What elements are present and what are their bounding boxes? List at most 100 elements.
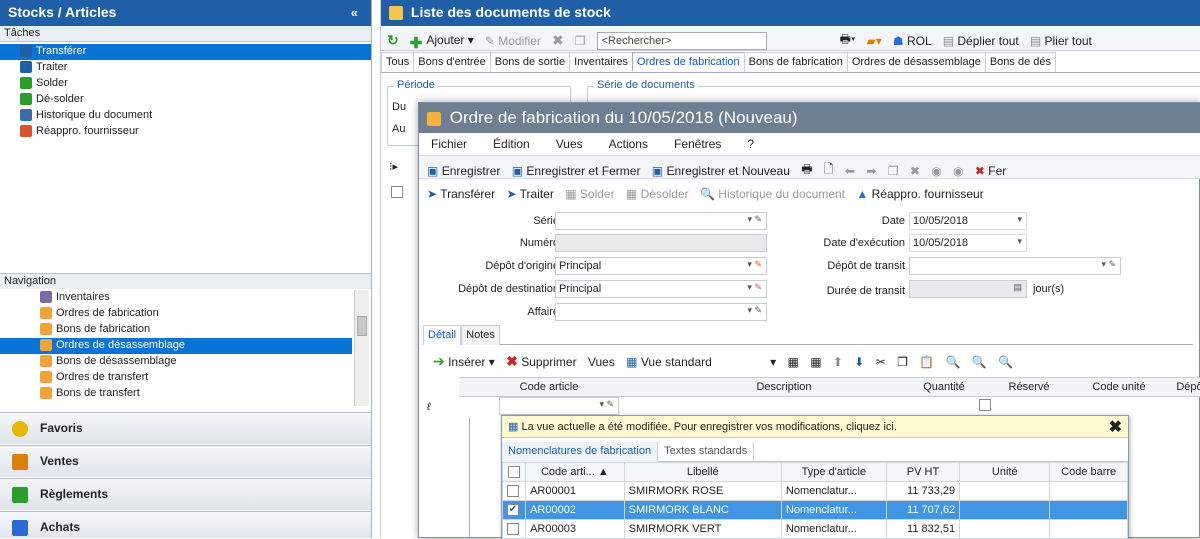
row-checkbox[interactable] xyxy=(501,481,527,501)
section-button[interactable]: Achats xyxy=(0,511,371,538)
search-input[interactable]: <Rechercher> xyxy=(596,31,767,50)
document-type-tab[interactable]: Tous xyxy=(381,52,415,72)
nav-item[interactable]: Ordres de désassemblage xyxy=(0,338,352,354)
depot-transit-select[interactable]: ▾ ✎ xyxy=(909,257,1121,275)
navigation-scrollbar[interactable] xyxy=(354,290,369,406)
nav-item[interactable]: Ordres de fabrication xyxy=(0,306,352,322)
grid-column-header[interactable]: Description xyxy=(669,381,899,393)
section-button[interactable]: Favoris xyxy=(0,412,371,444)
task-item[interactable]: Dé-solder xyxy=(0,92,371,108)
task-item[interactable]: Solder xyxy=(0,76,371,92)
document-type-tab[interactable]: Inventaires xyxy=(569,52,633,72)
duree-transit-field[interactable]: ▤ xyxy=(909,280,1027,298)
article-row[interactable]: AR00003 SMIRMORK VERT Nomenclatur... 11 832… xyxy=(501,519,1128,539)
copy-icon[interactable]: ❐ xyxy=(888,164,899,178)
grid-settings-icon[interactable]: ▦ xyxy=(788,355,799,369)
previous-icon[interactable]: ⬅ xyxy=(845,164,855,178)
refresh-icon[interactable]: ↻ xyxy=(387,32,399,49)
detail-tab[interactable]: Notes xyxy=(461,325,500,345)
article-row[interactable]: ✔ AR00002 SMIRMORK BLANC Nomenclatur... 11 7… xyxy=(501,500,1128,520)
grid-column-header[interactable]: Dépôt xyxy=(1171,381,1200,393)
document-type-tab[interactable]: Bons de sortie xyxy=(489,52,571,72)
section-button[interactable]: Règlements xyxy=(0,478,371,510)
nav-item[interactable]: Bons de fabrication xyxy=(0,322,352,338)
nav-item[interactable]: Inventaires xyxy=(0,290,352,306)
transfer-button[interactable]: ➤ Transférer xyxy=(427,187,495,201)
numero-field[interactable] xyxy=(555,234,767,252)
preview-icon[interactable]: 🗋 xyxy=(824,160,834,181)
print-icon[interactable]: 🖶▾ xyxy=(840,30,856,51)
paste-icon[interactable]: 📋 xyxy=(919,355,934,369)
move-down-icon[interactable]: ⬇ xyxy=(854,355,864,369)
depot-destination-select[interactable]: Principal ▾ ✎ xyxy=(555,280,767,298)
select-all-checkbox[interactable] xyxy=(501,462,527,482)
task-item[interactable]: Réappro. fournisseur xyxy=(0,124,371,140)
delete-line-button[interactable]: ✖ Supprimer xyxy=(506,353,576,370)
task-item[interactable]: Transférer xyxy=(0,44,371,60)
cut-icon[interactable]: ✂ xyxy=(876,355,886,369)
popup-column-header[interactable]: Code barre xyxy=(1049,462,1128,482)
task-item[interactable]: Traiter xyxy=(0,60,371,76)
code-article-input[interactable]: ▾ ✎ xyxy=(499,397,619,415)
modify-button[interactable]: ✎ Modifier xyxy=(485,34,541,48)
view-modified-notice[interactable]: ▦ La vue actuelle a été modifiée. Pour e… xyxy=(502,416,1128,438)
nav-item[interactable]: Bons de transfert xyxy=(0,386,352,402)
save-new-button[interactable]: ▣ Enregistrer et Nouveau xyxy=(652,164,790,178)
nav-item[interactable]: Bons de désassemblage xyxy=(0,354,352,370)
collapse-panel-icon[interactable]: « xyxy=(351,5,358,20)
delete-icon[interactable]: ✖ xyxy=(552,32,564,49)
document-type-tab[interactable]: Ordres de fabrication xyxy=(631,52,745,72)
close-button[interactable]: ✖ Fer xyxy=(975,164,1006,178)
insert-button[interactable]: ➔ Insérer ▾ xyxy=(433,353,495,370)
detail-tab[interactable]: Détail xyxy=(423,325,462,345)
grid-column-header[interactable]: Code unité xyxy=(1069,381,1169,393)
close-notice-icon[interactable]: ✖ xyxy=(1109,417,1122,437)
add-button[interactable]: ✚ Ajouter ▾ xyxy=(410,33,474,52)
popup-column-header[interactable]: Libellé xyxy=(623,462,782,482)
select-all-checkbox[interactable] xyxy=(391,186,403,198)
save-close-button[interactable]: ▣ Enregistrer et Fermer xyxy=(512,164,641,178)
section-button[interactable]: Ventes xyxy=(0,445,371,477)
save-button[interactable]: ▣ Enregistrer xyxy=(427,164,500,178)
date-execution-field[interactable]: 10/05/2018 ▾ xyxy=(909,234,1027,252)
history-button[interactable]: 🔍 Historique du document xyxy=(700,187,845,201)
document-type-tab[interactable]: Bons d'entrée xyxy=(413,52,491,72)
menu-item[interactable]: Vues xyxy=(556,137,583,151)
process-button[interactable]: ➤ Traiter xyxy=(506,187,553,201)
menu-item[interactable]: Édition xyxy=(493,137,530,151)
search-prev-icon[interactable]: 🔍 xyxy=(998,355,1013,369)
move-up-icon[interactable]: ⬆ xyxy=(833,355,843,369)
copy-line-icon[interactable]: ❐ xyxy=(897,355,908,369)
menu-item[interactable]: Fichier xyxy=(431,137,467,151)
grid-column-header[interactable]: Quantité xyxy=(899,381,989,393)
next-icon[interactable]: ➡ xyxy=(866,164,876,178)
article-row[interactable]: AR00001 SMIRMORK ROSE Nomenclatur... 11 733… xyxy=(501,481,1128,501)
row-checkbox[interactable] xyxy=(501,519,527,539)
search-line-icon[interactable]: 🔍 xyxy=(946,355,961,369)
popup-tab[interactable]: Textes standards xyxy=(658,442,755,462)
reserve-checkbox[interactable] xyxy=(979,399,991,412)
popup-column-header[interactable]: Code arti... ▲ xyxy=(525,462,625,482)
settle-button[interactable]: ▦ Solder xyxy=(565,187,614,201)
grid-column-header[interactable]: Code article xyxy=(499,381,599,393)
document-type-tab[interactable]: Bons de dés xyxy=(984,52,1056,72)
last-record-icon[interactable]: ◉ xyxy=(953,164,963,178)
copy-icon[interactable]: ❐ xyxy=(575,34,586,48)
first-record-icon[interactable]: ◉ xyxy=(931,164,941,178)
menu-item[interactable]: Actions xyxy=(609,137,648,151)
menu-item[interactable]: ? xyxy=(747,137,754,151)
grid-column-header[interactable]: Réservé xyxy=(989,381,1069,393)
delete-icon[interactable]: ✖ xyxy=(910,164,920,178)
collapse-all-button[interactable]: ▤ Plier tout xyxy=(1030,34,1092,48)
row-checkbox[interactable]: ✔ xyxy=(501,500,527,520)
popup-column-header[interactable]: Unité xyxy=(959,462,1051,482)
export-icon[interactable]: ▰▾ xyxy=(867,34,882,48)
grid-filter-icon[interactable]: ▦ xyxy=(810,355,821,369)
search-next-icon[interactable]: 🔍 xyxy=(972,355,987,369)
restock-button[interactable]: ▲ Réappro. fournisseur xyxy=(856,187,983,201)
unsettle-button[interactable]: ▦ Désolder xyxy=(626,187,689,201)
popup-tab[interactable]: Nomenclatures de fabrication xyxy=(502,442,659,462)
expand-rows-icon[interactable]: ⁝▸ xyxy=(389,160,398,173)
view-select[interactable]: ▦ Vue standard ▾ xyxy=(626,355,776,369)
depot-origine-select[interactable]: Principal ▾ ✎ xyxy=(555,257,767,275)
